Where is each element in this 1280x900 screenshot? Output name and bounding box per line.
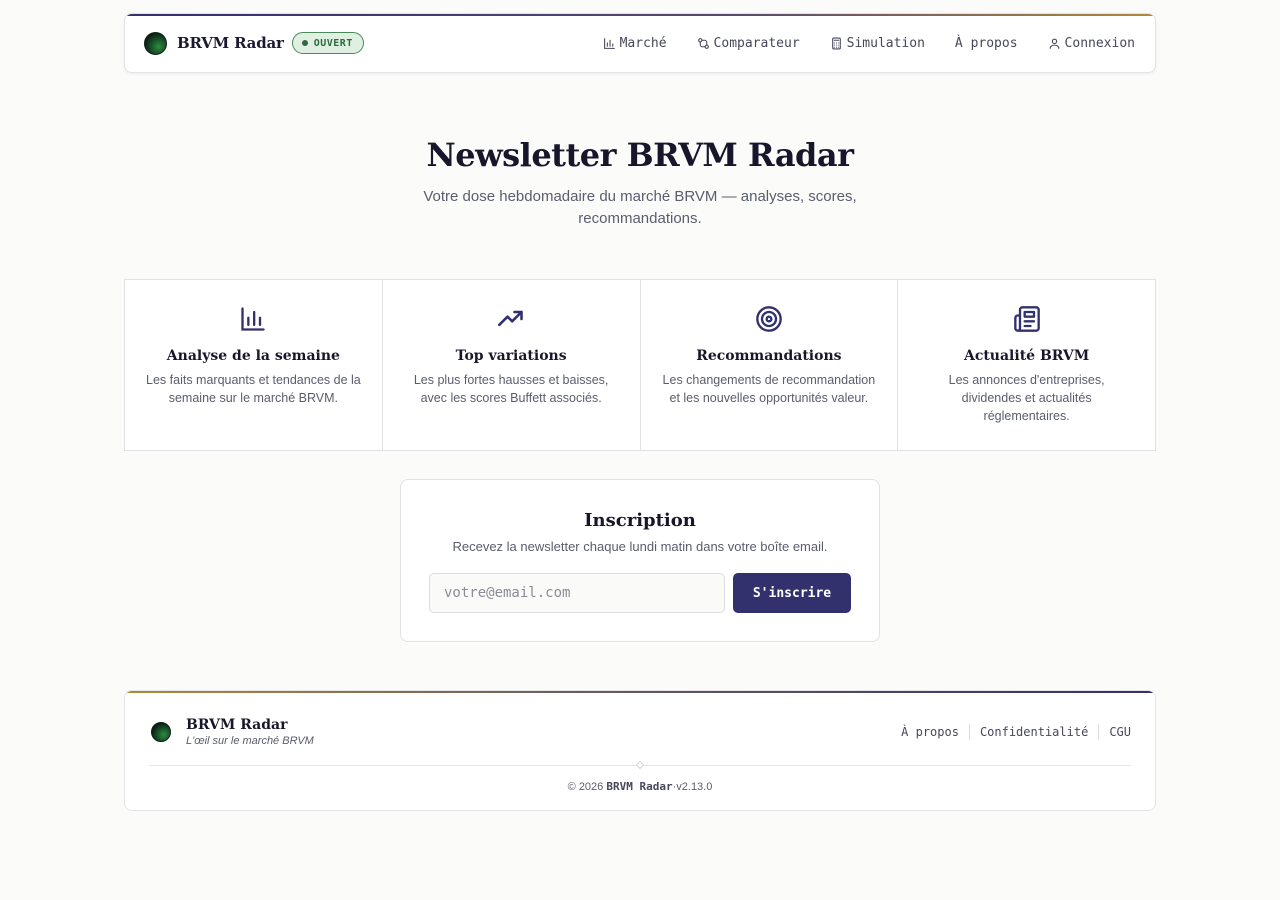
brand-name[interactable]: BRVM Radar xyxy=(177,34,284,52)
main-nav: Marché Comparateur Simulation À propos C… xyxy=(603,36,1135,51)
features-grid: Analyse de la semaine Les faits marquant… xyxy=(124,279,1156,451)
signup-card: Inscription Recevez la newsletter chaque… xyxy=(400,479,880,642)
market-status-label: OUVERT xyxy=(313,37,353,49)
page-subtitle: Votre dose hebdomadaire du marché BRVM —… xyxy=(423,188,857,227)
brand-logo-icon[interactable] xyxy=(144,31,167,55)
bar-chart-icon xyxy=(241,307,266,331)
app-version: v2.13.0 xyxy=(676,781,713,793)
feature-title: Actualité BRVM xyxy=(963,348,1090,364)
footer-tagline: L'œil sur le marché BRVM xyxy=(186,735,314,747)
site-footer: BRVM Radar L'œil sur le marché BRVM À pr… xyxy=(124,690,1156,811)
calculator-icon xyxy=(831,37,841,49)
page-title: Newsletter BRVM Radar xyxy=(426,136,854,174)
nav-login-link[interactable]: Connexion xyxy=(1048,36,1135,51)
nav-about-link[interactable]: À propos xyxy=(955,36,1018,51)
feature-description: Les changements de recommandation et les… xyxy=(662,373,876,405)
nav-about-label: À propos xyxy=(954,35,1018,51)
bar-chart-icon xyxy=(603,37,615,49)
copyright-symbol: © xyxy=(567,781,576,793)
feature-title: Analyse de la semaine xyxy=(166,348,340,364)
nav-compare-label: Comparateur xyxy=(713,35,800,51)
feature-card-weekly-analysis: Analyse de la semaine Les faits marquant… xyxy=(125,280,383,450)
footer-link-privacy[interactable]: Confidentialité xyxy=(970,725,1098,739)
signup-title: Inscription xyxy=(584,510,696,531)
diamond-ornament-icon xyxy=(635,760,645,770)
feature-description: Les plus fortes hausses et baisses, avec… xyxy=(413,373,609,405)
top-navbar: BRVM Radar OUVERT Marché Comparateur Sim… xyxy=(124,13,1156,73)
nav-login-label: Connexion xyxy=(1064,35,1135,51)
footer-link-about[interactable]: À propos xyxy=(891,725,969,739)
footer-link-terms[interactable]: CGU xyxy=(1099,725,1131,739)
feature-card-top-movers: Top variations Les plus fortes hausses e… xyxy=(383,280,641,450)
feature-card-brvm-news: Actualité BRVM Les annonces d'entreprise… xyxy=(898,280,1155,450)
feature-description: Les annonces d'entreprises, dividendes e… xyxy=(948,373,1105,423)
feature-description: Les faits marquants et tendances de la s… xyxy=(146,373,361,405)
nav-simulation-label: Simulation xyxy=(846,35,925,51)
footer-brand: BRVM Radar L'œil sur le marché BRVM xyxy=(151,717,314,747)
status-dot-icon xyxy=(301,40,308,46)
nav-simulation-link[interactable]: Simulation xyxy=(830,36,925,51)
target-icon xyxy=(756,306,782,332)
copyright-brand: BRVM Radar xyxy=(606,780,673,793)
newspaper-icon xyxy=(1013,306,1040,332)
feature-card-recommendations: Recommandations Les changements de recom… xyxy=(641,280,899,450)
signup-subtitle: Recevez la newsletter chaque lundi matin… xyxy=(452,539,828,554)
compare-arrows-icon xyxy=(697,37,709,49)
email-input[interactable] xyxy=(429,573,725,613)
trending-up-icon xyxy=(498,310,523,327)
copyright: © 2026 BRVM Radar·v2.13.0 xyxy=(567,780,713,793)
signup-form: S'inscrire xyxy=(429,573,851,613)
brand-logo-icon[interactable] xyxy=(151,722,171,742)
subscribe-button[interactable]: S'inscrire xyxy=(733,573,851,613)
market-status-badge: OUVERT xyxy=(291,32,364,54)
footer-links: À propos Confidentialité CGU xyxy=(891,724,1131,740)
nav-market-link[interactable]: Marché xyxy=(603,36,667,51)
footer-brand-name[interactable]: BRVM Radar xyxy=(186,717,314,733)
nav-compare-link[interactable]: Comparateur xyxy=(697,36,800,51)
nav-market-label: Marché xyxy=(619,35,667,51)
user-icon xyxy=(1049,38,1059,49)
feature-title: Recommandations xyxy=(696,348,842,364)
feature-title: Top variations xyxy=(455,348,567,364)
copyright-year: 2026 xyxy=(578,781,604,793)
